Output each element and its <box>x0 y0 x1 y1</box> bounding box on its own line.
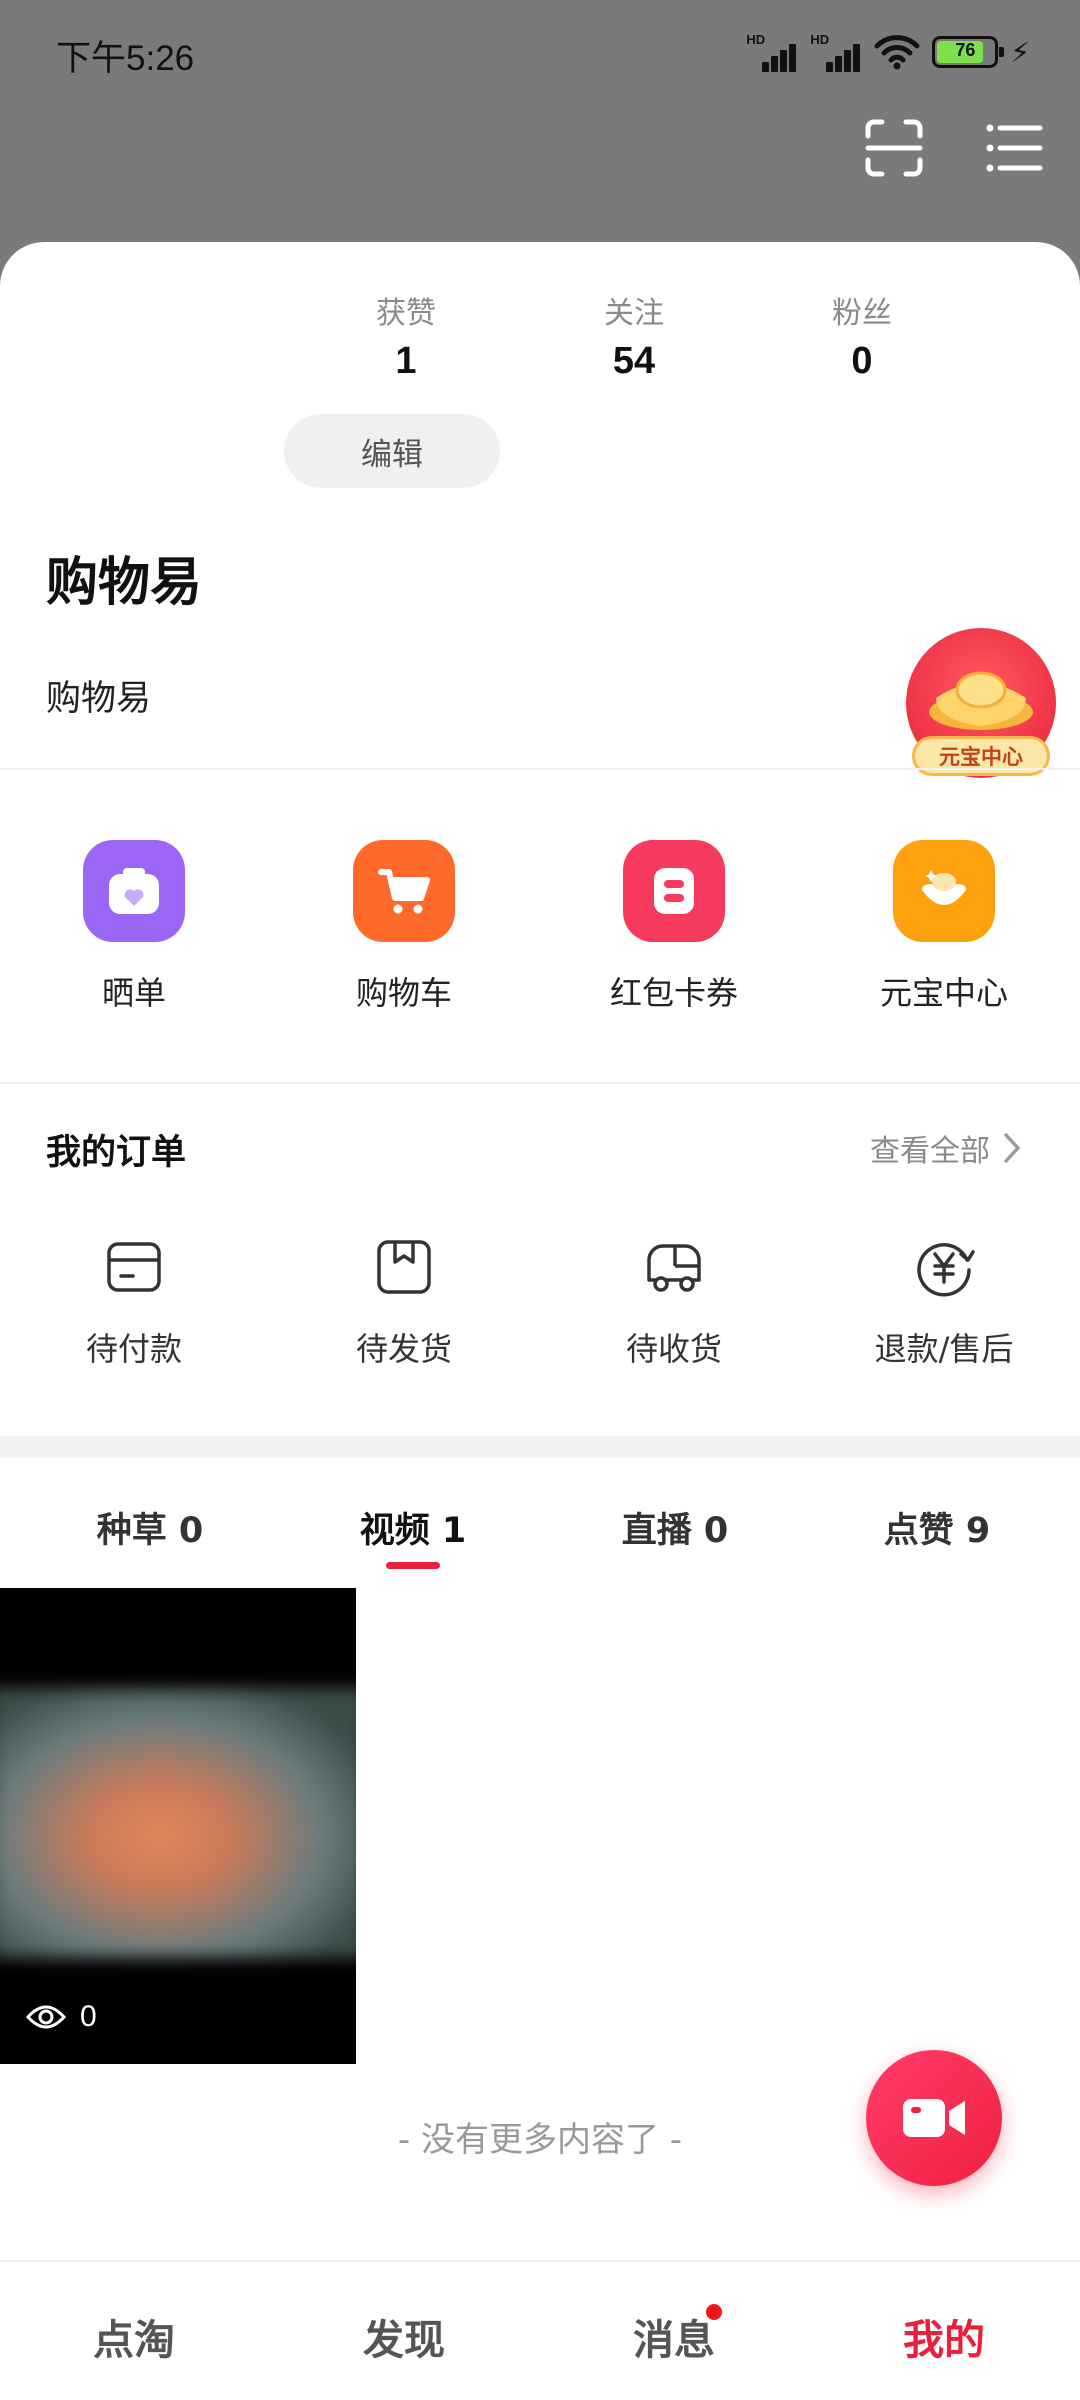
signal-icon: HD <box>810 32 862 72</box>
battery-icon: 76 <box>932 36 1005 68</box>
divider <box>0 768 1080 770</box>
video-preview-image <box>0 1688 356 1958</box>
status-time: 下午5:26 <box>56 39 195 78</box>
charging-icon: ⚡ <box>1010 35 1030 69</box>
tab-likes[interactable]: 点赞 9 <box>837 1502 1037 1553</box>
tab-videos[interactable]: 视频 1 <box>313 1502 513 1553</box>
truck-icon <box>647 1244 701 1292</box>
nav-diantao[interactable]: 点淘 <box>34 2306 234 2366</box>
shortcut-label: 红包卡券 <box>609 974 738 1012</box>
order-label: 待收货 <box>625 1330 722 1368</box>
chevron-right-icon <box>1004 1133 1020 1163</box>
nav-discover[interactable]: 发现 <box>304 2306 504 2366</box>
stat-value: 54 <box>612 340 656 382</box>
wallet-icon <box>107 1242 161 1292</box>
showcase-icon <box>83 840 185 942</box>
record-video-button[interactable] <box>866 2050 1002 2186</box>
order-label: 待付款 <box>85 1330 182 1368</box>
stat-label: 粉丝 <box>832 296 892 331</box>
order-pending-shipment[interactable]: 待发货 <box>304 1236 504 1370</box>
order-pending-payment[interactable]: 待付款 <box>34 1236 234 1370</box>
yuanbao-center-float-button[interactable]: 元宝中心 <box>900 628 1060 788</box>
order-label: 退款/售后 <box>874 1330 1014 1368</box>
package-icon <box>377 1240 431 1294</box>
shortcut-showcase[interactable]: 晒单 <box>34 840 234 1014</box>
shortcut-yuanbao-center[interactable]: 元宝中心 <box>844 840 1044 1014</box>
stat-following[interactable]: 关注 54 <box>554 288 714 383</box>
divider <box>0 1082 1080 1084</box>
profile-bio: 购物易 <box>46 679 152 719</box>
stat-likes[interactable]: 获赞 1 <box>326 288 486 383</box>
stat-followers[interactable]: 粉丝 0 <box>782 288 942 383</box>
unread-dot <box>706 2304 722 2320</box>
nav-me[interactable]: 我的 <box>844 2306 1044 2366</box>
edit-profile-button[interactable]: 编辑 <box>284 414 500 488</box>
yuanbao-badge: 元宝中心 <box>912 736 1050 776</box>
refund-icon <box>917 1243 975 1297</box>
shortcut-label: 元宝中心 <box>879 974 1008 1012</box>
signal-hd-label: HD <box>746 32 766 47</box>
shortcut-coupons[interactable]: 红包卡券 <box>574 840 774 1014</box>
cart-icon <box>353 840 455 942</box>
order-pending-receipt[interactable]: 待收货 <box>574 1236 774 1370</box>
tab-live[interactable]: 直播 0 <box>575 1502 775 1553</box>
active-tab-indicator <box>386 1562 440 1569</box>
tab-seeding[interactable]: 种草 0 <box>50 1502 250 1553</box>
shortcut-cart[interactable]: 购物车 <box>304 840 504 1014</box>
view-count: 0 <box>80 2000 97 2033</box>
stat-label: 获赞 <box>376 296 436 331</box>
ingot-icon <box>893 840 995 942</box>
section-separator <box>0 1436 1080 1458</box>
bottom-navigation: 点淘 发现 消息 我的 <box>0 2260 1080 2400</box>
video-camera-icon <box>903 2099 965 2137</box>
stat-value: 0 <box>851 340 873 382</box>
scan-icon[interactable] <box>864 118 924 178</box>
video-view-count: 0 <box>26 2000 97 2034</box>
shortcut-label: 购物车 <box>355 974 452 1012</box>
video-thumbnail[interactable]: 0 <box>0 1588 356 2064</box>
nav-messages[interactable]: 消息 <box>574 2306 774 2366</box>
view-all-orders-link[interactable]: 查看全部 <box>870 1126 1022 1170</box>
wifi-icon <box>874 35 920 70</box>
status-bar: 下午5:26 HD HD 76 ⚡ <box>0 0 1080 100</box>
signal-icon: HD <box>746 32 798 72</box>
eye-icon <box>26 2005 66 2029</box>
view-all-label: 查看全部 <box>870 1134 990 1169</box>
coupon-icon <box>623 840 725 942</box>
battery-level: 76 <box>955 40 976 60</box>
stat-label: 关注 <box>604 296 664 331</box>
menu-list-icon[interactable] <box>984 118 1044 178</box>
shortcut-label: 晒单 <box>101 974 166 1012</box>
stat-value: 1 <box>395 340 417 382</box>
profile-name: 购物易 <box>46 553 203 613</box>
order-refund-aftersale[interactable]: 退款/售后 <box>844 1236 1044 1370</box>
signal-hd-label: HD <box>810 32 830 47</box>
status-icons: HD HD 76 ⚡ <box>746 30 1030 74</box>
orders-title: 我的订单 <box>46 1133 187 1173</box>
order-label: 待发货 <box>355 1330 452 1368</box>
